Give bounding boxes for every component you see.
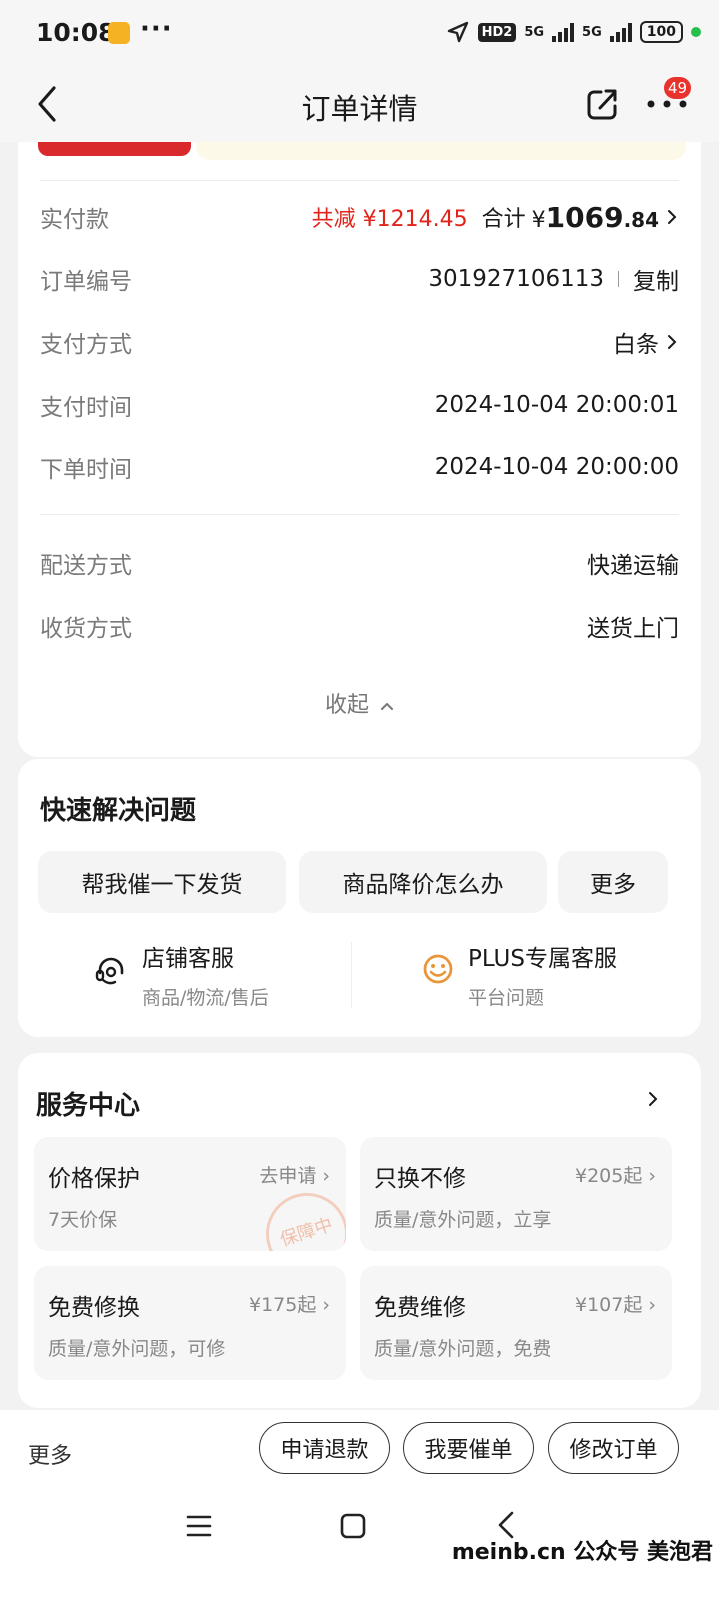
tile-action: ¥175起 › (249, 1294, 330, 1316)
order-info-card: 实付款 共减 ¥1214.45 合计 ¥ 1069 .84 订单编号 30192… (18, 142, 701, 757)
tile-title: 免费维修 (374, 1295, 466, 1321)
tile-action: 去申请 › (259, 1165, 330, 1187)
status-bar: 10:08 ··· HD2 5G 5G 100 (0, 0, 719, 66)
paid-amount-row[interactable]: 实付款 共减 ¥1214.45 合计 ¥ 1069 .84 (40, 197, 679, 237)
plus-service-title: PLUS专属客服 (468, 946, 617, 972)
payment-time: 2024-10-04 20:00:01 (434, 392, 679, 418)
quick-help-title: 快速解决问题 (40, 796, 197, 826)
order-number: 301927106113 (428, 266, 604, 292)
delivery-method-row: 配送方式 快递运输 (40, 543, 679, 583)
replace-only-tile[interactable]: 只换不修 ¥205起 › 质量/意外问题，立享 (360, 1137, 672, 1251)
payment-time-label: 支付时间 (40, 395, 132, 421)
signal-label-1: 5G (524, 24, 545, 40)
tile-subtitle: 质量/意外问题，可修 (48, 1338, 226, 1360)
plus-service-subtitle: 平台问题 (468, 987, 545, 1009)
title-bar: 订单详情 49 (0, 66, 719, 142)
separator (618, 271, 619, 287)
total-decimal: .84 (623, 207, 659, 232)
chevron-right-icon (668, 210, 677, 224)
chevron-up-icon (381, 702, 393, 710)
signal-bars-icon (609, 22, 632, 42)
order-time-row: 下单时间 2024-10-04 20:00:00 (40, 447, 679, 487)
message-count-badge: 49 (664, 77, 692, 99)
payment-method-label: 支付方式 (40, 332, 132, 358)
urge-order-button[interactable]: 我要催单 (403, 1422, 534, 1474)
paid-label: 实付款 (40, 207, 109, 233)
price-drop-chip[interactable]: 商品降价怎么办 (299, 851, 547, 913)
order-number-row: 订单编号 301927106113 复制 (40, 259, 679, 299)
receive-method-label: 收货方式 (40, 616, 132, 642)
tile-title: 只换不修 (374, 1166, 466, 1192)
more-options-icon[interactable] (647, 99, 687, 109)
share-icon[interactable] (584, 86, 620, 122)
clock: 10:08 (36, 18, 116, 47)
location-arrow-icon (447, 21, 468, 43)
quick-help-card: 快速解决问题 帮我催一下发货 商品降价怎么办 更多 店铺客服 商品/物流/售后 … (18, 759, 701, 1037)
product-notice-strip (196, 142, 686, 160)
free-repair-replace-tile[interactable]: 免费修换 ¥175起 › 质量/意外问题，可修 (34, 1266, 346, 1380)
status-icons: HD2 5G 5G 100 (446, 20, 701, 44)
protected-stamp: 保障中 (255, 1182, 346, 1251)
chevron-right-icon[interactable] (646, 1089, 660, 1109)
delivery-method-label: 配送方式 (40, 553, 132, 579)
tile-subtitle: 7天价保 (48, 1209, 118, 1231)
urge-shipping-chip[interactable]: 帮我催一下发货 (38, 851, 286, 913)
total-label: 合计 (481, 207, 526, 232)
privacy-indicator-icon (691, 27, 701, 37)
plus-service-button[interactable]: PLUS专属客服 平台问题 (422, 939, 617, 1010)
tile-title: 免费修换 (48, 1295, 140, 1321)
bottom-action-bar: 更多 申请退款 我要催单 修改订单 (0, 1410, 719, 1598)
refund-button[interactable]: 申请退款 (259, 1422, 390, 1474)
shop-service-title: 店铺客服 (142, 946, 234, 972)
divider (40, 514, 679, 515)
order-time: 2024-10-04 20:00:00 (434, 454, 679, 480)
total-currency: ¥ (531, 207, 546, 233)
discount-amount: 共减 ¥1214.45 (311, 207, 468, 232)
tile-subtitle: 质量/意外问题，免费 (374, 1338, 552, 1360)
divider (351, 942, 352, 1008)
tile-title: 价格保护 (48, 1166, 140, 1192)
tile-action: ¥107起 › (575, 1294, 656, 1316)
delivery-method: 快递运输 (587, 553, 679, 579)
payment-method: 白条 (613, 332, 659, 358)
collapse-button[interactable]: 收起 (18, 687, 701, 719)
payment-method-row[interactable]: 支付方式 白条 (40, 322, 679, 362)
battery-icon: 100 (639, 21, 683, 43)
home-key-icon[interactable] (340, 1513, 366, 1539)
receive-method-row: 收货方式 送货上门 (40, 606, 679, 646)
chevron-right-icon (668, 335, 677, 349)
notification-app-icon (108, 22, 130, 44)
order-number-label: 订单编号 (40, 269, 132, 295)
signal-bars-icon (552, 22, 575, 42)
menu-key-icon[interactable] (186, 1514, 212, 1538)
receive-method: 送货上门 (587, 616, 679, 642)
product-thumbnail[interactable] (38, 142, 191, 156)
service-center-card: 服务中心 价格保护 去申请 › 7天价保 保障中 只换不修 ¥205起 › 质量… (18, 1053, 701, 1408)
shop-service-subtitle: 商品/物流/售后 (142, 987, 269, 1009)
price-protection-tile[interactable]: 价格保护 去申请 › 7天价保 保障中 (34, 1137, 346, 1251)
signal-label-2: 5G (582, 24, 602, 40)
divider (40, 180, 679, 181)
tile-action: ¥205起 › (575, 1165, 656, 1187)
payment-time-row: 支付时间 2024-10-04 20:00:01 (40, 385, 679, 425)
modify-order-button[interactable]: 修改订单 (548, 1422, 679, 1474)
collapse-label: 收起 (324, 693, 369, 718)
order-time-label: 下单时间 (40, 457, 132, 483)
watermark-text: meinb.cn 公众号 美泡君 (451, 1540, 713, 1565)
tile-subtitle: 质量/意外问题，立享 (374, 1209, 552, 1231)
free-repair-tile[interactable]: 免费维修 ¥107起 › 质量/意外问题，免费 (360, 1266, 672, 1380)
smiley-service-icon (423, 954, 453, 984)
headset-icon (95, 957, 124, 985)
more-notifications-icon: ··· (140, 14, 173, 44)
copy-button[interactable]: 复制 (633, 262, 679, 296)
hd-voice-icon: HD2 (477, 22, 517, 42)
shop-service-button[interactable]: 店铺客服 商品/物流/售后 (94, 939, 269, 1010)
service-center-title: 服务中心 (36, 1091, 141, 1121)
total-integer: 1069 (545, 200, 624, 234)
more-actions-link[interactable]: 更多 (28, 1438, 72, 1470)
more-chip[interactable]: 更多 (558, 851, 668, 913)
